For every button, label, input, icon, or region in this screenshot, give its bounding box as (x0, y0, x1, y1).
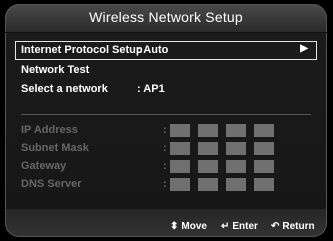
octet-box-2 (198, 124, 218, 137)
field-colon: : (163, 178, 167, 190)
menu-item-network-test[interactable]: Network Test (15, 61, 317, 80)
subnet-mask-field: Subnet Mask : (15, 140, 317, 156)
octet-box-3 (226, 142, 246, 155)
field-label: Gateway (21, 160, 67, 172)
octet-box-4 (254, 124, 274, 137)
title-divider (5, 32, 327, 33)
octet-box-1 (170, 124, 190, 137)
enter-icon: ↵ (221, 221, 230, 232)
dialog-panel: Wireless Network Setup Internet Protocol… (5, 4, 327, 237)
field-label: IP Address (21, 124, 78, 136)
footer-enter-label: Enter (232, 221, 258, 232)
section-divider (21, 114, 311, 115)
footer-return-label: Return (282, 221, 315, 232)
octet-box-4 (254, 160, 274, 173)
footer-move: ⬍ Move (170, 221, 207, 232)
octet-box-1 (170, 142, 190, 155)
octet-box-1 (170, 178, 190, 191)
menu-item-select-network[interactable]: Select a network : AP1 (15, 80, 317, 99)
octet-box-2 (198, 178, 218, 191)
ip-address-field: IP Address : (15, 122, 317, 138)
menu-item-label: Internet Protocol Setup (21, 44, 143, 56)
menu-item-label: Network Test (21, 64, 90, 76)
octet-box-4 (254, 178, 274, 191)
footer-enter: ↵ Enter (221, 221, 258, 232)
field-colon: : (163, 124, 167, 136)
gateway-field: Gateway : (15, 158, 317, 174)
up-down-arrow-icon: ⬍ (170, 221, 179, 232)
footer-guide: ⬍ Move ↵ Enter ↶ Return (5, 216, 327, 236)
menu-item-label: Select a network (21, 83, 108, 95)
dialog-title: Wireless Network Setup (89, 9, 243, 25)
footer-move-label: Move (181, 221, 207, 232)
footer-return: ↶ Return (271, 221, 315, 232)
field-colon: : (163, 160, 167, 172)
dns-server-field: DNS Server : (15, 176, 317, 192)
return-icon: ↶ (271, 221, 280, 232)
right-triangle-icon: ▶ (300, 43, 308, 54)
field-label: Subnet Mask (21, 142, 89, 154)
octet-box-4 (254, 142, 274, 155)
octet-box-3 (226, 124, 246, 137)
menu-item-value: : AP1 (137, 83, 165, 95)
menu-item-value: : Auto (137, 44, 169, 56)
field-colon: : (163, 142, 167, 154)
field-label: DNS Server (21, 178, 82, 190)
octet-box-1 (170, 160, 190, 173)
octet-box-2 (198, 160, 218, 173)
octet-box-3 (226, 178, 246, 191)
menu-item-internet-protocol-setup[interactable]: Internet Protocol Setup : Auto ▶ (15, 41, 317, 60)
octet-box-2 (198, 142, 218, 155)
octet-box-3 (226, 160, 246, 173)
